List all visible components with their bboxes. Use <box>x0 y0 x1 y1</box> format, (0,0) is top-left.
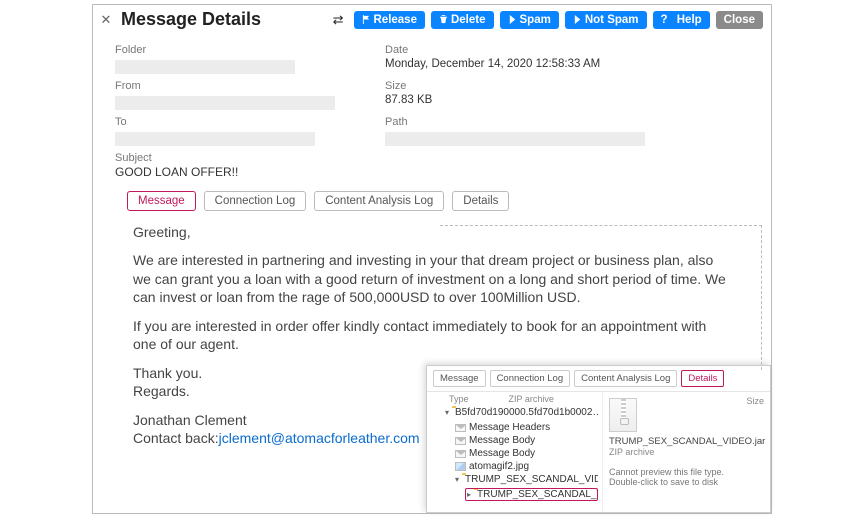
value-subject: GOOD LOAN OFFER!! <box>115 165 771 179</box>
titlebar: ✕ Message Details ⇄ Release Delete Spam … <box>93 5 771 38</box>
caret-right-icon <box>508 15 517 24</box>
message-details-window: ✕ Message Details ⇄ Release Delete Spam … <box>92 4 772 514</box>
preview-filename: TRUMP_SEX_SCANDAL_VIDEO.jar <box>609 436 719 447</box>
tree-col-type: Type <box>449 394 469 404</box>
zip-archive-icon <box>609 398 637 432</box>
tab-details[interactable]: Details <box>452 191 509 211</box>
window-title: Message Details <box>121 9 261 30</box>
preview-msg-1: Cannot preview this file type. <box>609 467 764 477</box>
value-to-redacted <box>115 132 315 146</box>
label-to: To <box>115 116 375 128</box>
tab-content-analysis-log[interactable]: Content Analysis Log <box>314 191 444 211</box>
mail-icon <box>455 424 466 432</box>
caret-down-icon: ▾ <box>455 475 459 484</box>
tab-message[interactable]: Message <box>127 191 196 211</box>
tree-item-image[interactable]: atomagif2.jpg <box>455 460 598 473</box>
tree-col-archive: ZIP archive <box>509 394 554 404</box>
not-spam-button[interactable]: Not Spam <box>565 11 647 29</box>
value-path-redacted <box>385 132 645 146</box>
mail-icon <box>455 437 466 445</box>
tree-item-selected[interactable]: ▸TRUMP_SEX_SCANDAL_VI… <box>465 488 598 501</box>
inset-tab-details[interactable]: Details <box>681 370 724 387</box>
tab-connection-log[interactable]: Connection Log <box>204 191 307 211</box>
field-to: To <box>115 116 375 146</box>
caret-right-icon <box>573 15 582 24</box>
flag-icon <box>362 15 371 24</box>
inset-tab-content-analysis-log[interactable]: Content Analysis Log <box>574 370 677 387</box>
label-from: From <box>115 80 375 92</box>
help-button[interactable]: ? Help <box>653 11 710 29</box>
preview-msg-2: Double-click to save to disk <box>609 477 764 487</box>
question-icon: ? <box>661 14 668 26</box>
field-size: Size 87.83 KB <box>385 80 665 110</box>
caret-right-icon: ▸ <box>467 490 471 499</box>
label-date: Date <box>385 44 665 56</box>
value-size: 87.83 KB <box>385 94 665 106</box>
tree-item-zip-folder[interactable]: ▾TRUMP_SEX_SCANDAL_VIDE… <box>455 473 598 486</box>
resize-horizontal-icon[interactable]: ⇄ <box>333 12 344 28</box>
field-path: Path <box>385 116 665 146</box>
label-subject: Subject <box>115 152 771 164</box>
attachment-tree: Type ZIP archive ▾B5fd70d190000.5fd70d1b… <box>427 392 603 512</box>
tree-item-message-body-1[interactable]: Message Body <box>455 434 598 447</box>
label-path: Path <box>385 116 665 128</box>
close-icon[interactable]: ✕ <box>97 12 115 28</box>
value-folder-redacted <box>115 60 295 74</box>
trash-icon <box>439 15 448 24</box>
spam-button[interactable]: Spam <box>500 11 559 29</box>
tree-item-message-headers[interactable]: Message Headers <box>455 421 598 434</box>
main-tabs: Message Connection Log Content Analysis … <box>93 185 771 217</box>
image-icon <box>455 462 466 471</box>
details-inset-panel: Message Connection Log Content Analysis … <box>426 365 771 513</box>
release-button[interactable]: Release <box>354 11 425 29</box>
body-para-1: We are interested in partnering and inve… <box>133 251 731 306</box>
tree-item-message-body-2[interactable]: Message Body <box>455 447 598 460</box>
body-para-2: If you are interested in order offer kin… <box>133 317 731 354</box>
label-size: Size <box>385 80 665 92</box>
caret-down-icon: ▾ <box>445 408 449 417</box>
preview-filetype: ZIP archive <box>609 447 719 457</box>
inset-tab-message[interactable]: Message <box>433 370 486 387</box>
field-date: Date Monday, December 14, 2020 12:58:33 … <box>385 44 665 74</box>
preview-size-header: Size <box>746 396 764 406</box>
field-from: From <box>115 80 375 110</box>
label-folder: Folder <box>115 44 375 56</box>
delete-button[interactable]: Delete <box>431 11 494 29</box>
body-greeting: Greeting, <box>133 223 731 241</box>
inset-tabs: Message Connection Log Content Analysis … <box>427 366 770 392</box>
inset-tab-connection-log[interactable]: Connection Log <box>490 370 571 387</box>
value-date: Monday, December 14, 2020 12:58:33 AM <box>385 58 665 70</box>
tree-root[interactable]: ▾B5fd70d190000.5fd70d1b0002… <box>445 406 598 419</box>
contact-email-link[interactable]: jclement@atomacforleather.com <box>219 430 420 446</box>
value-from-redacted <box>115 96 335 110</box>
field-subject: Subject GOOD LOAN OFFER!! <box>93 150 771 185</box>
message-meta: Folder Date Monday, December 14, 2020 12… <box>93 38 771 150</box>
attachment-preview: Size TRUMP_SEX_SCANDAL_VIDEO.jar ZIP arc… <box>603 392 770 512</box>
close-button[interactable]: Close <box>716 11 763 29</box>
field-folder: Folder <box>115 44 375 74</box>
mail-icon <box>455 450 466 458</box>
